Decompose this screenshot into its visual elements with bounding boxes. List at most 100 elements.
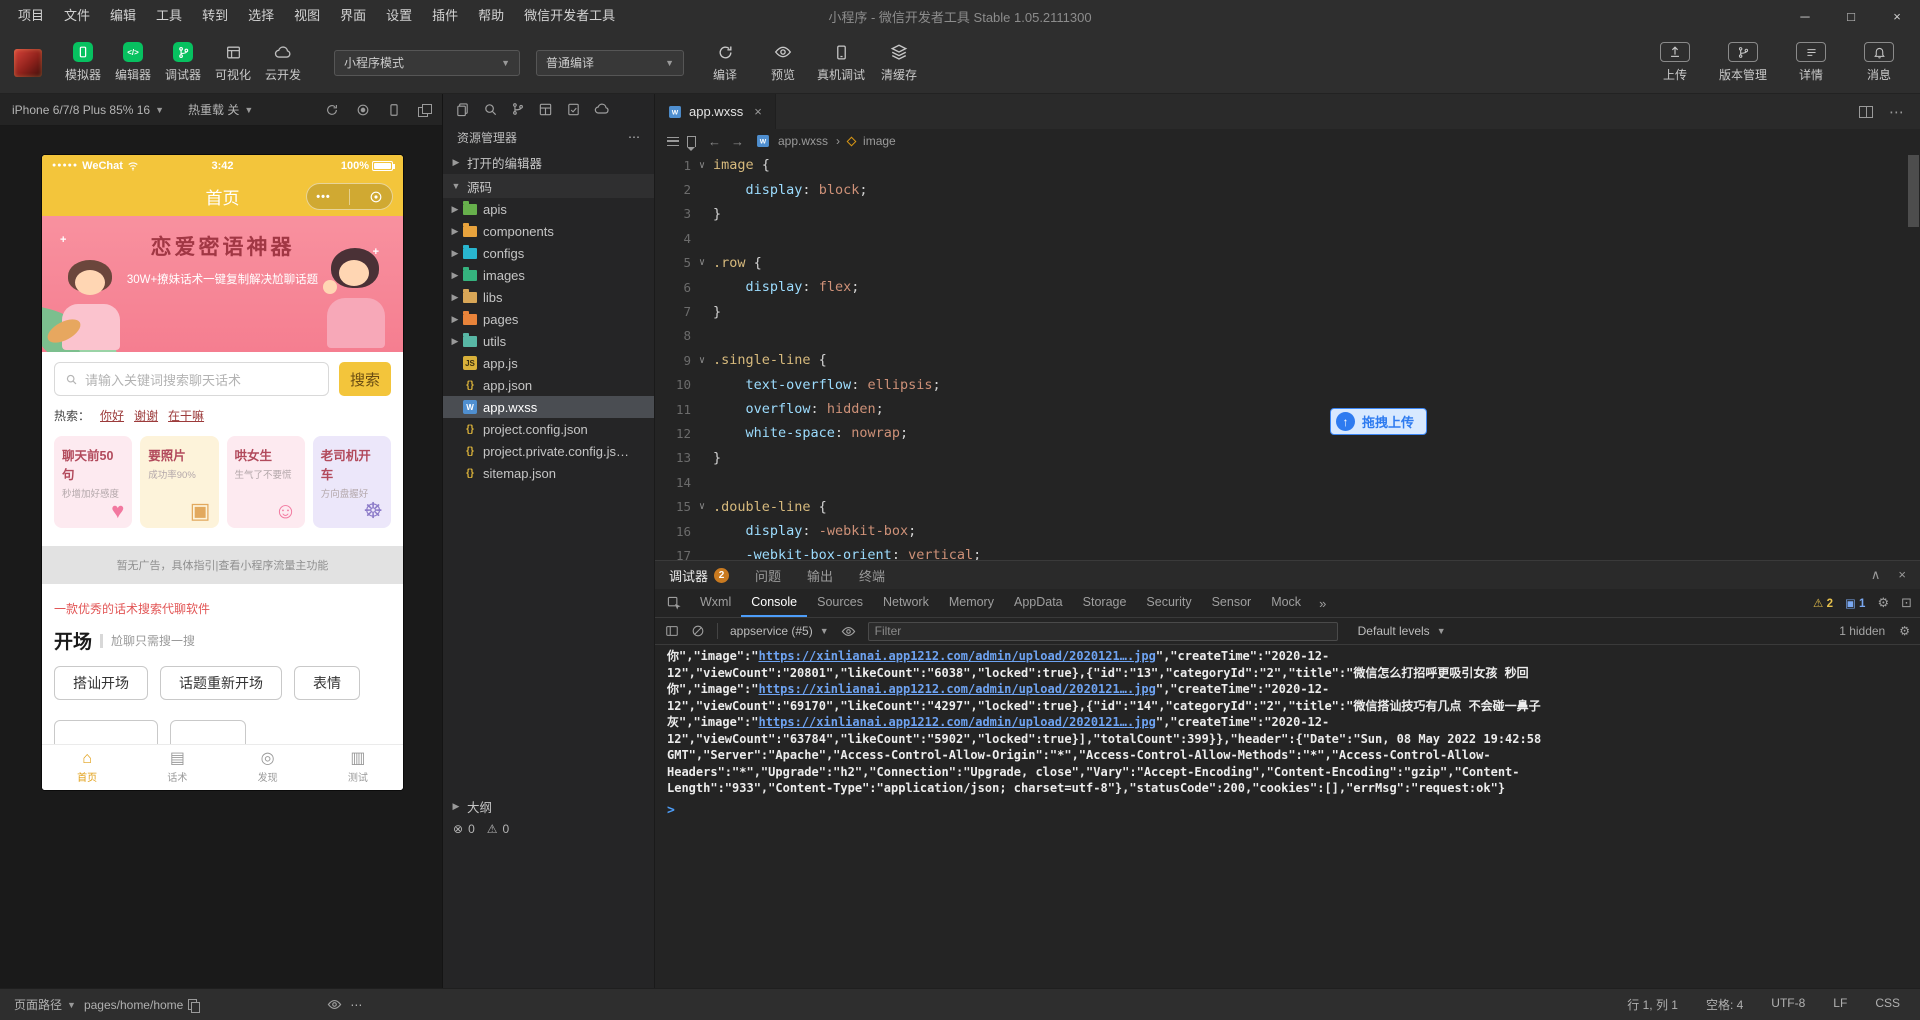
menu-help[interactable]: 帮助 — [468, 0, 514, 32]
menu-file[interactable]: 文件 — [54, 0, 100, 32]
clear-cache-button[interactable]: 清缓存 — [872, 42, 926, 83]
tab-discover[interactable]: ◎ 发现 — [223, 745, 313, 790]
tab-test[interactable]: ▥ 测试 — [313, 745, 403, 790]
tree-item-components[interactable]: ▶ components — [443, 220, 654, 242]
devtools-settings-icon[interactable]: ⚙ — [1877, 595, 1889, 611]
tab-security[interactable]: Security — [1136, 589, 1201, 617]
tree-item-images[interactable]: ▶ images — [443, 264, 654, 286]
tab-wxml[interactable]: Wxml — [690, 589, 741, 617]
tree-item-project-config[interactable]: {} project.config.json — [443, 418, 654, 440]
save-all-icon[interactable] — [566, 102, 581, 117]
code-editor[interactable]: 1 ∨ image {2 display: block; 3} 4 5 ∨ .row {6 d… — [655, 153, 1920, 560]
menu-settings[interactable]: 设置 — [376, 0, 422, 32]
device-debug-button[interactable]: 真机调试 — [814, 42, 868, 83]
debugger-toggle-button[interactable]: 调试器 — [158, 42, 208, 83]
card-photo[interactable]: 要照片 成功率90% ▣ — [140, 436, 219, 528]
hot-reload-toggle[interactable]: 热重载 关 — [188, 101, 239, 118]
nav-back-icon[interactable]: ← — [708, 134, 721, 149]
multi-window-icon[interactable] — [418, 104, 432, 117]
tab-storage[interactable]: Storage — [1073, 589, 1137, 617]
language-mode[interactable]: CSS — [1875, 996, 1900, 1013]
tree-item-utils[interactable]: ▶ utils — [443, 330, 654, 352]
device-selector[interactable]: iPhone 6/7/8 Plus 85% 16 — [12, 103, 150, 117]
hot-link[interactable]: 你好 — [100, 407, 124, 424]
tree-item-apis[interactable]: ▶ apis — [443, 198, 654, 220]
tab-appdata[interactable]: AppData — [1004, 589, 1073, 617]
encoding[interactable]: UTF-8 — [1771, 996, 1805, 1013]
tab-app-wxss[interactable]: W app.wxss × — [655, 94, 776, 129]
more-actions-icon[interactable]: ⋯ — [350, 998, 362, 1012]
tab-problems[interactable]: 问题 — [755, 566, 781, 585]
breadcrumb-file[interactable]: app.wxss — [778, 134, 828, 148]
messages-button[interactable]: 消息 — [1852, 42, 1906, 83]
device-frame-icon[interactable] — [387, 103, 401, 117]
messages-count[interactable]: ▣ 1 — [1845, 596, 1865, 610]
chip-button[interactable]: 表情 — [294, 666, 360, 700]
warnings-count[interactable]: ⚠ 2 — [1813, 596, 1833, 610]
preview-button[interactable]: 预览 — [756, 42, 810, 83]
nav-forward-icon[interactable]: → — [731, 134, 744, 149]
tree-item-sitemap[interactable]: {} sitemap.json — [443, 462, 654, 484]
chip-button[interactable]: 搭讪开场 — [54, 666, 148, 700]
more-actions-icon[interactable]: ⋯ — [1889, 103, 1904, 121]
compile-button[interactable]: 编译 — [698, 42, 752, 83]
console-sidebar-icon[interactable] — [665, 624, 679, 638]
search-icon[interactable] — [483, 102, 498, 117]
menu-edit[interactable]: 编辑 — [100, 0, 146, 32]
tree-item-app-js[interactable]: JS app.js — [443, 352, 654, 374]
console-prompt[interactable]: > — [667, 803, 1908, 820]
console-link[interactable]: https://xinlianai.app1212.com/admin/uplo… — [758, 682, 1155, 696]
editor-scrollbar[interactable] — [1908, 155, 1919, 227]
console-filter-input[interactable]: Filter — [867, 621, 1338, 641]
record-icon[interactable] — [356, 103, 370, 117]
pages-icon[interactable] — [455, 102, 470, 117]
ad-placeholder[interactable]: 暂无广告，具体指引|查看小程序流量主功能 — [42, 546, 403, 584]
console-settings-icon[interactable]: ⚙ — [1899, 624, 1910, 638]
tab-console[interactable]: Console — [741, 589, 808, 617]
tab-debugger[interactable]: 调试器 2 — [669, 566, 730, 585]
outline-section[interactable]: ▶ 大纲 — [443, 794, 654, 818]
layout-icon[interactable] — [538, 102, 553, 117]
editor-toggle-button[interactable]: </> 编辑器 — [108, 42, 158, 83]
menu-view[interactable]: 视图 — [284, 0, 330, 32]
tree-item-app-wxss[interactable]: Wapp.wxss — [443, 396, 654, 418]
log-levels-dropdown[interactable]: Default levels ▼ — [1358, 624, 1446, 638]
card-chat-opener[interactable]: 聊天前50句 秒增加好感度 ♥ — [54, 436, 133, 528]
copy-icon[interactable] — [188, 998, 201, 1013]
source-section[interactable]: ▼ 源码 — [443, 174, 654, 198]
exit-miniprogram-icon[interactable] — [369, 190, 383, 204]
dock-side-icon[interactable]: ⊡ — [1901, 595, 1912, 611]
card-comfort[interactable]: 哄女生 生气了不要慌 ☺ — [226, 436, 305, 528]
split-editor-icon[interactable] — [1859, 105, 1873, 118]
tab-sensor[interactable]: Sensor — [1202, 589, 1262, 617]
open-editors-section[interactable]: ▶ 打开的编辑器 — [443, 150, 654, 174]
collapse-panel-icon[interactable]: ∧ — [1871, 567, 1881, 583]
banner[interactable]: 恋爱密语神器 30W+撩妹话术一键复制解决尬聊话题 + + — [42, 216, 403, 352]
inspect-icon[interactable] — [667, 596, 682, 611]
hot-link[interactable]: 在干嘛 — [168, 407, 204, 424]
compile-mode-dropdown[interactable]: 普通编译 ▼ — [536, 49, 684, 76]
tree-item-configs[interactable]: ▶ configs — [443, 242, 654, 264]
problems-counts[interactable]: ⊗ 0 ⚠ 0 — [443, 818, 654, 840]
tree-item-project-private-config[interactable]: {} project.private.config.js… — [443, 440, 654, 462]
cursor-position[interactable]: 行 1, 列 1 — [1627, 996, 1678, 1013]
tab-memory[interactable]: Memory — [939, 589, 1004, 617]
user-avatar[interactable] — [14, 48, 42, 77]
mode-dropdown[interactable]: 小程序模式 ▼ — [334, 49, 520, 76]
cloud-icon[interactable] — [594, 101, 610, 117]
menu-select[interactable]: 选择 — [238, 0, 284, 32]
simulator-toggle-button[interactable]: 模拟器 — [58, 42, 108, 83]
clear-console-icon[interactable] — [691, 624, 705, 638]
details-button[interactable]: 详情 — [1784, 42, 1838, 83]
menu-plugins[interactable]: 插件 — [422, 0, 468, 32]
menu-devtools[interactable]: 微信开发者工具 — [514, 0, 625, 32]
maximize-button[interactable]: □ — [1828, 0, 1874, 32]
bookmark-icon[interactable] — [686, 135, 696, 151]
hidden-count[interactable]: 1 hidden — [1839, 624, 1885, 638]
drag-upload-button[interactable]: ↑ 拖拽上传 — [1330, 408, 1428, 435]
cloud-dev-button[interactable]: 云开发 — [258, 42, 308, 83]
visualization-button[interactable]: 可视化 — [208, 42, 258, 83]
more-tabs-icon[interactable]: » — [1311, 596, 1334, 611]
breadcrumb-symbol[interactable]: image — [863, 134, 896, 148]
outline-list-icon[interactable] — [667, 136, 679, 146]
